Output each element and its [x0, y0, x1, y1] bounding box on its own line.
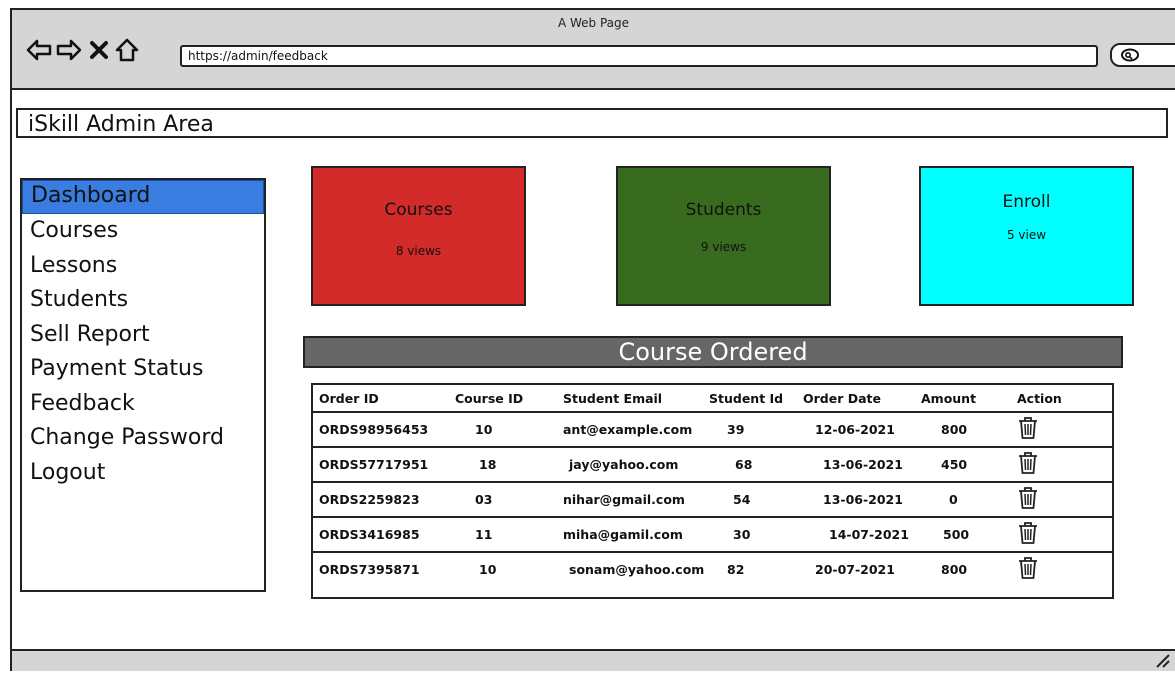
order-id-cell: ORDS3416985 [313, 517, 455, 553]
resize-grip-icon[interactable] [1155, 653, 1171, 673]
order-date-cell: 14-07-2021 [803, 517, 921, 553]
back-arrow-icon[interactable] [26, 37, 52, 63]
amount-cell: 450 [921, 447, 1017, 483]
order-id-cell: ORDS57717951 [313, 447, 455, 483]
action-cell [1017, 447, 1112, 483]
student-id-cell: 68 [709, 447, 803, 483]
table-row: ORDS57717951 18 jay@yahoo.com 68 13-06-2… [313, 447, 1112, 483]
card-title: Enroll [1002, 192, 1051, 212]
student-email-cell: nihar@gmail.com [563, 482, 709, 518]
close-x-icon[interactable] [86, 37, 112, 63]
table-row: ORDS7395871 10 sonam@yahoo.com 82 20-07-… [313, 552, 1112, 586]
card-views: 8 views [395, 244, 442, 258]
order-id-cell: ORDS7395871 [319, 562, 420, 577]
app-title: iSkill Admin Area [16, 108, 1168, 138]
sidebar-item-change-password[interactable]: Change Password [22, 421, 264, 456]
courses-card[interactable]: Courses 8 views [311, 166, 526, 306]
sidebar-item-feedback[interactable]: Feedback [22, 387, 264, 422]
sidebar-item-sell-report[interactable]: Sell Report [22, 318, 264, 353]
orders-table: Order ID Course ID Student Email Student… [311, 383, 1114, 599]
table-header-row: Order ID Course ID Student Email Student… [313, 385, 1112, 413]
sidebar-item-dashboard[interactable]: Dashboard [22, 180, 264, 214]
home-icon[interactable] [114, 37, 140, 63]
student-id-cell: 54 [709, 482, 803, 518]
card-title: Students [685, 200, 762, 220]
order-date-cell: 20-07-2021 [815, 562, 895, 577]
enroll-card[interactable]: Enroll 5 view [919, 166, 1134, 306]
col-student-email: Student Email [563, 385, 709, 413]
forward-arrow-icon[interactable] [56, 37, 82, 63]
action-cell [1017, 482, 1112, 518]
window-title: A Web Page [557, 16, 630, 30]
browser-toolbar: A Web Page https://admin/feedback [12, 10, 1175, 90]
order-date-cell: 13-06-2021 [803, 447, 921, 483]
card-views: 9 views [700, 240, 747, 254]
col-course-id: Course ID [455, 385, 563, 413]
student-id-cell: 30 [709, 517, 803, 553]
course-id-cell: 18 [455, 447, 563, 483]
sidebar: Dashboard Courses Lessons Students Sell … [20, 178, 266, 592]
amount-cell: 800 [921, 412, 1017, 448]
amount-cell: 800 [941, 562, 968, 577]
trash-icon[interactable] [1017, 521, 1039, 548]
course-id-cell: 10 [479, 562, 497, 577]
table-row: ORDS3416985 11 miha@gamil.com 30 14-07-2… [313, 517, 1112, 553]
student-id-cell: 82 [727, 562, 745, 577]
col-amount: Amount [921, 385, 1017, 413]
card-title: Courses [384, 200, 453, 220]
student-email-cell: ant@example.com [563, 412, 709, 448]
table-row: ORDS98956453 10 ant@example.com 39 12-06… [313, 412, 1112, 448]
col-order-date: Order Date [803, 385, 921, 413]
order-date-cell: 13-06-2021 [803, 482, 921, 518]
sidebar-item-students[interactable]: Students [22, 283, 264, 318]
sidebar-item-payment-status[interactable]: Payment Status [22, 352, 264, 387]
action-cell [1017, 517, 1112, 553]
action-cell [1017, 412, 1112, 448]
sidebar-item-lessons[interactable]: Lessons [22, 249, 264, 284]
trash-icon[interactable] [1017, 556, 1039, 583]
trash-icon[interactable] [1017, 451, 1039, 478]
student-email-cell: jay@yahoo.com [563, 447, 709, 483]
order-id-cell: ORDS2259823 [313, 482, 455, 518]
col-order-id: Order ID [313, 385, 455, 413]
trash-icon[interactable] [1017, 416, 1039, 443]
card-views: 5 view [1006, 228, 1047, 242]
orders-heading: Course Ordered [303, 336, 1123, 368]
course-id-cell: 10 [455, 412, 563, 448]
student-id-cell: 39 [709, 412, 803, 448]
amount-cell: 0 [921, 482, 1017, 518]
sidebar-item-courses[interactable]: Courses [22, 214, 264, 249]
sidebar-item-logout[interactable]: Logout [22, 456, 264, 491]
order-id-cell: ORDS98956453 [313, 412, 455, 448]
url-input[interactable]: https://admin/feedback [180, 45, 1098, 67]
col-action: Action [1017, 385, 1112, 413]
status-bar [12, 649, 1175, 671]
search-button[interactable] [1110, 43, 1175, 67]
course-id-cell: 11 [455, 517, 563, 553]
amount-cell: 500 [921, 517, 1017, 553]
table-row: ORDS2259823 03 nihar@gmail.com 54 13-06-… [313, 482, 1112, 518]
order-date-cell: 12-06-2021 [803, 412, 921, 448]
student-email-cell: miha@gamil.com [563, 517, 709, 553]
students-card[interactable]: Students 9 views [616, 166, 831, 306]
course-id-cell: 03 [455, 482, 563, 518]
trash-icon[interactable] [1017, 486, 1039, 513]
student-email-cell: sonam@yahoo.com [569, 562, 705, 577]
action-cell [1017, 552, 1112, 586]
col-student-id: Student Id [709, 385, 803, 413]
